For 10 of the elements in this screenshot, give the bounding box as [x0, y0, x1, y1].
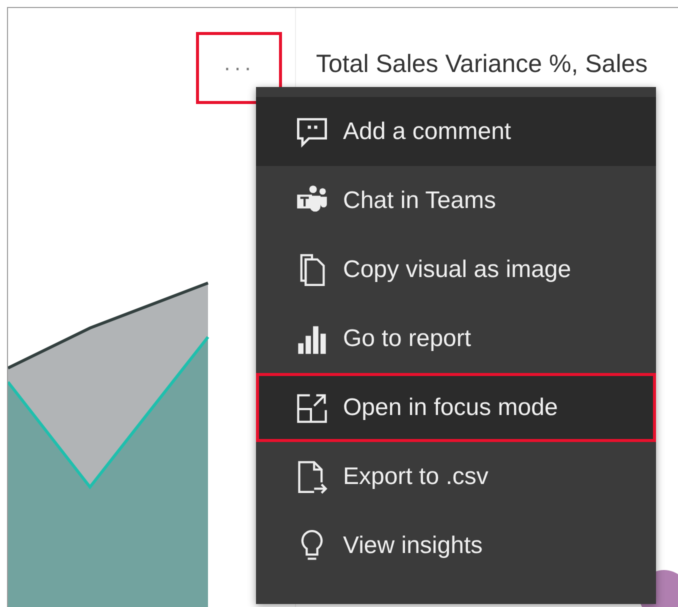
export-file-icon	[295, 460, 329, 494]
menu-item[interactable]: Export to .csv	[256, 442, 656, 511]
menu-item[interactable]: Chat in Teams	[256, 166, 656, 235]
menu-item[interactable]: Go to report	[256, 304, 656, 373]
menu-item[interactable]: Add a comment	[256, 97, 656, 166]
more-options-button[interactable]: ···	[196, 32, 282, 104]
visual-title: Total Sales Variance %, Sales	[315, 49, 649, 79]
menu-item[interactable]: Copy visual as image	[256, 235, 656, 304]
menu-item[interactable]: View insights	[256, 511, 656, 580]
menu-item[interactable]: Open in focus mode	[256, 373, 656, 442]
